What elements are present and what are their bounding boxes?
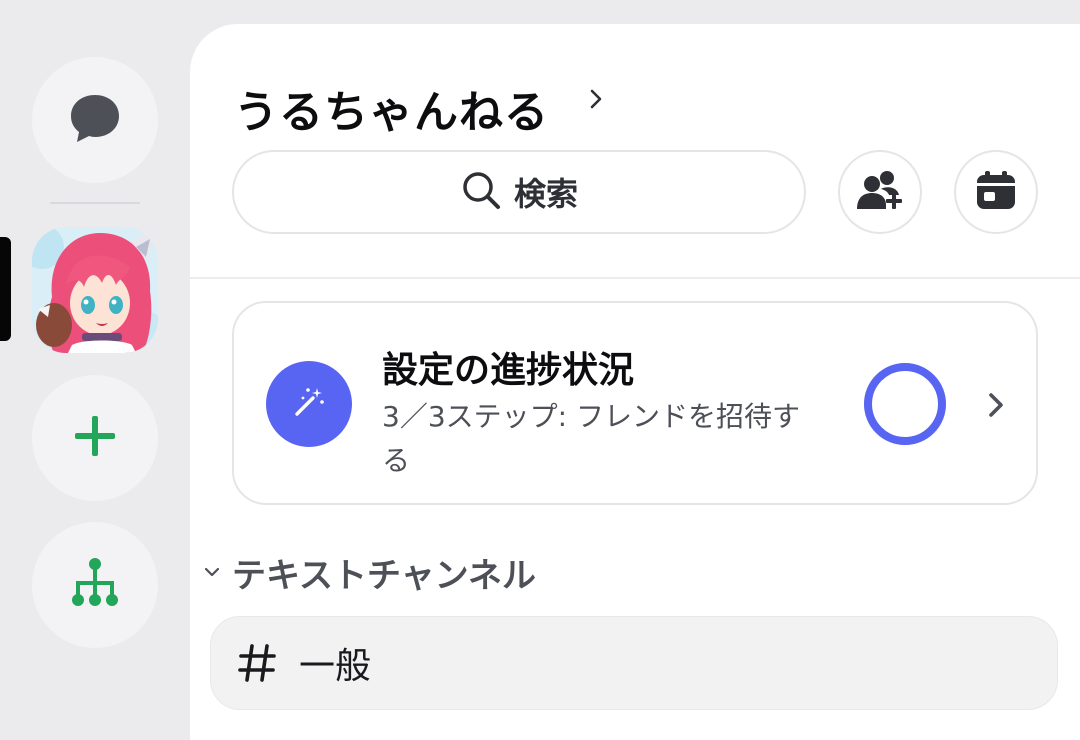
hub-tree-icon <box>67 555 123 615</box>
hash-icon <box>237 641 277 685</box>
channel-name: 一般 <box>299 646 372 687</box>
server-name[interactable]: うるちゃんねる <box>234 76 549 140</box>
invite-members-button[interactable] <box>838 150 922 234</box>
channel-category-text[interactable]: テキストチャンネル <box>204 548 536 597</box>
server-icon-uruchanneru[interactable] <box>32 227 158 353</box>
add-member-icon <box>857 169 903 215</box>
selected-server-indicator <box>0 237 11 341</box>
chevron-right-icon <box>984 389 1008 421</box>
setup-badge <box>266 361 352 447</box>
setup-progress-subtitle: 3／3ステップ: フレンドを招待する <box>382 400 800 477</box>
plus-icon <box>71 412 119 464</box>
category-label: テキストチャンネル <box>232 556 536 596</box>
channel-item-general[interactable]: 一般 <box>210 616 1058 710</box>
direct-messages-button[interactable] <box>32 57 158 183</box>
calendar-icon <box>975 169 1017 215</box>
chat-bubble-icon <box>67 90 123 150</box>
search-icon <box>460 169 502 215</box>
server-panel: うるちゃんねる 検索 設定の進捗状況 3／3ステップ: フレンドを招待する テキ… <box>190 24 1080 740</box>
setup-progress-card[interactable]: 設定の進捗状況 3／3ステップ: フレンドを招待する <box>232 301 1038 505</box>
events-button[interactable] <box>954 150 1038 234</box>
server-avatar-image <box>32 227 158 353</box>
setup-progress-title: 設定の進捗状況 <box>382 350 635 391</box>
chevron-down-icon <box>204 563 220 582</box>
search-button[interactable]: 検索 <box>232 150 806 234</box>
server-rail <box>0 0 190 740</box>
add-server-button[interactable] <box>32 375 158 501</box>
rail-divider <box>50 202 140 204</box>
magic-wand-icon <box>291 384 327 424</box>
header-divider <box>190 277 1080 279</box>
search-label: 検索 <box>513 175 578 213</box>
discover-button[interactable] <box>32 522 158 648</box>
setup-progress-ring <box>864 363 946 445</box>
chevron-right-icon[interactable] <box>586 84 606 114</box>
